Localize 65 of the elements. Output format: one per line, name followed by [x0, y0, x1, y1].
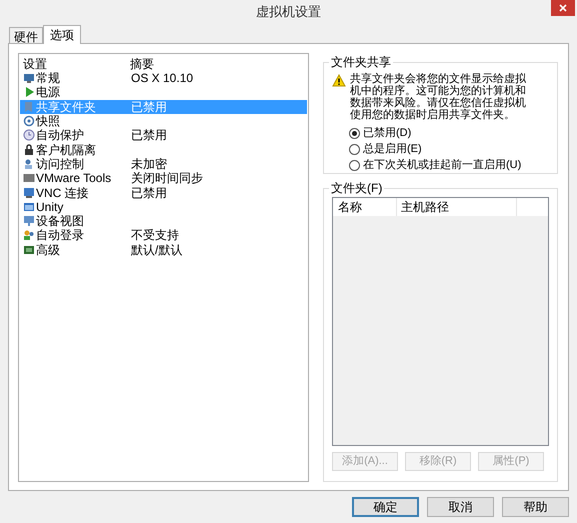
settings-row[interactable]: 电源: [20, 85, 307, 100]
close-button[interactable]: [551, 0, 575, 16]
setting-name: VNC 连接: [36, 186, 89, 199]
setting-name: 电源: [36, 86, 60, 98]
radio-option[interactable]: 已禁用(D): [349, 126, 412, 141]
setting-name: 客户机隔离: [36, 144, 96, 156]
clock-icon: [23, 129, 35, 142]
settings-row[interactable]: 高级 默认/默认: [20, 242, 307, 257]
tab[interactable]: 选项: [43, 25, 81, 44]
setting-name: Unity: [36, 200, 64, 213]
setting-name: 共享文件夹: [36, 100, 96, 113]
setting-summary: 默认/默认: [131, 244, 182, 256]
column-header: 主机路径: [397, 198, 517, 216]
setting-summary: 已禁用: [131, 100, 167, 113]
warning-icon: [332, 74, 346, 87]
chip-icon: [23, 244, 35, 256]
setting-name: 自动登录: [36, 229, 84, 242]
radio-button[interactable]: [349, 128, 360, 139]
monitor-icon: [23, 72, 35, 84]
setting-name: 自动保护: [36, 129, 84, 142]
radio-button[interactable]: [349, 160, 360, 171]
setting-summary: 未加密: [131, 158, 167, 170]
users-icon: [23, 229, 35, 242]
setting-summary: 不受支持: [131, 229, 179, 242]
setting-name: VMware Tools: [36, 172, 112, 184]
device-icon: [23, 215, 35, 228]
setting-summary: 关闭时间同步: [131, 172, 203, 184]
settings-row[interactable]: VNC 连接 已禁用: [20, 185, 307, 200]
warning-text: 共享文件夹会将您的文件显示给虚拟机中的程序。这可能为您的计算机和数据带来风险。请仅在您信任虚拟机使用您的数据时启用共享文件夹。: [350, 73, 527, 121]
setting-name: 设备视图: [36, 215, 84, 228]
settings-row[interactable]: 自动保护 已禁用: [20, 128, 307, 142]
dialog-button[interactable]: 确定: [352, 497, 419, 517]
settings-row[interactable]: VMware Tools 关闭时间同步: [20, 171, 307, 186]
setting-name: 访问控制: [36, 158, 84, 170]
settings-row[interactable]: 访问控制 未加密: [20, 156, 307, 172]
settings-row[interactable]: 客户机隔离: [20, 142, 307, 157]
tab[interactable]: 硬件: [9, 27, 43, 43]
radio-button[interactable]: [349, 144, 360, 155]
play-icon: [23, 86, 35, 98]
dialog-button[interactable]: 帮助: [502, 497, 569, 517]
settings-row[interactable]: 自动登录 不受支持: [20, 228, 307, 243]
column-header: 名称: [333, 198, 397, 216]
close-icon: [559, 4, 567, 12]
column-header: 摘要: [130, 56, 154, 73]
lock-icon: [23, 144, 35, 156]
setting-summary: 已禁用: [131, 129, 167, 142]
window-icon: [23, 200, 35, 213]
setting-name: 快照: [36, 115, 60, 128]
window-title: 虚拟机设置: [256, 3, 321, 21]
radio-option[interactable]: 总是启用(E): [349, 142, 422, 157]
settings-row[interactable]: 设备视图: [20, 214, 307, 228]
group-title: 文件夹(F): [330, 180, 384, 197]
screen-icon: [23, 186, 35, 199]
radio-option[interactable]: 在下次关机或挂起前一直启用(U): [349, 158, 522, 173]
user-icon: [23, 158, 35, 170]
setting-summary: OS X 10.10: [131, 72, 194, 84]
settings-row[interactable]: Unity: [20, 200, 307, 214]
group-title: 文件夹共享: [330, 54, 392, 71]
settings-row[interactable]: 快照: [20, 114, 307, 128]
column-header: 设置: [23, 56, 48, 72]
setting-name: 常规: [36, 72, 60, 84]
dialog-button[interactable]: 取消: [427, 497, 494, 517]
setting-summary: 已禁用: [131, 186, 167, 199]
setting-name: 高级: [36, 244, 60, 256]
settings-row[interactable]: 常规 OS X 10.10: [20, 71, 307, 86]
